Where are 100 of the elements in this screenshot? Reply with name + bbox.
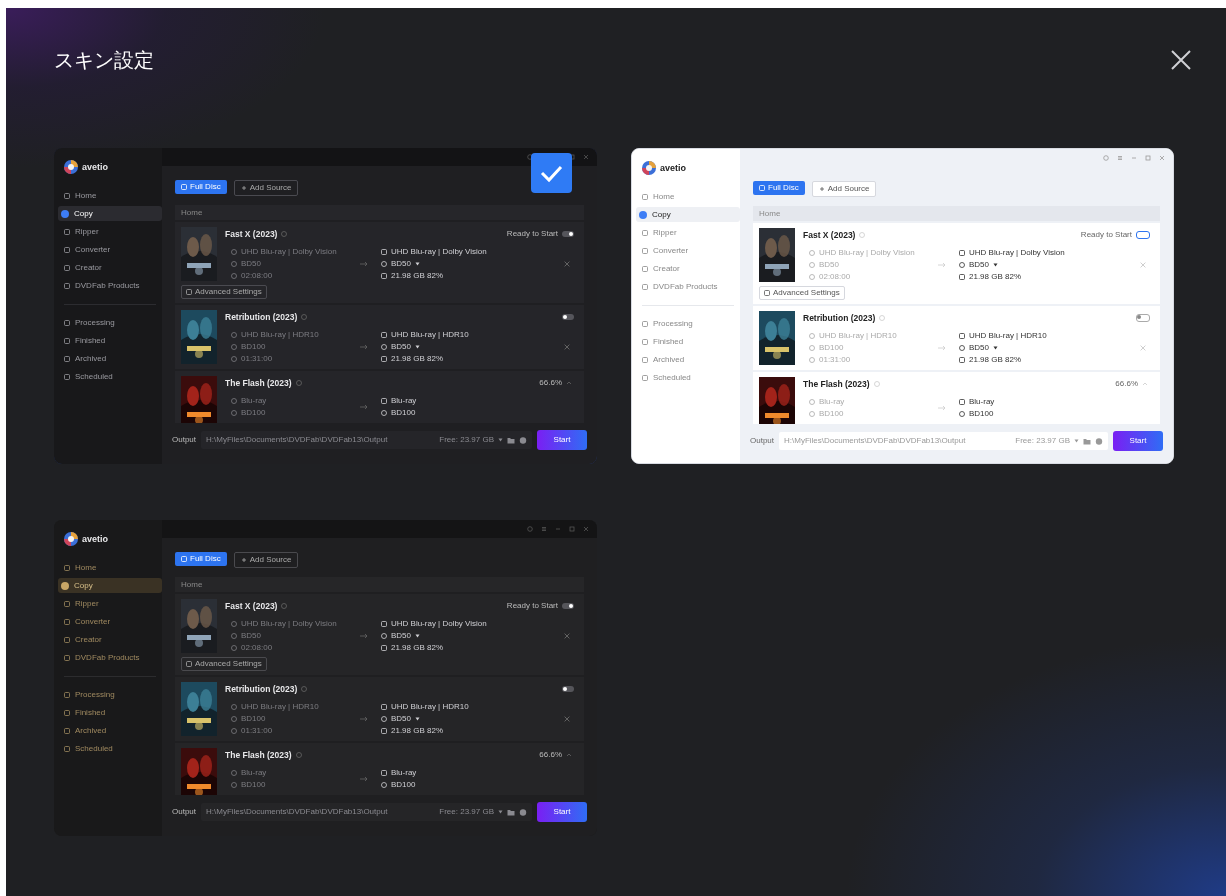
nav-item: Copy bbox=[58, 578, 162, 593]
source-info: Blu-ray bbox=[241, 396, 267, 406]
target-info: BD50 bbox=[391, 714, 411, 724]
target-info: BD50 bbox=[391, 631, 411, 641]
advanced-settings-button: Advanced Settings bbox=[181, 285, 267, 299]
target-info: 21.98 GB 82% bbox=[969, 355, 1022, 365]
target-info: UHD Blu-ray | Dolby Vision bbox=[391, 247, 487, 257]
source-info: 02:08:00 bbox=[241, 271, 273, 281]
nav-item: Converter bbox=[636, 243, 740, 258]
nav-item: Scheduled bbox=[58, 741, 162, 756]
nav-item: Ripper bbox=[636, 225, 740, 240]
target-info: BD50 bbox=[391, 342, 411, 352]
full-disc-button: Full Disc bbox=[175, 180, 227, 194]
source-info: BD100 bbox=[819, 409, 844, 419]
target-info: 21.98 GB 82% bbox=[391, 643, 444, 653]
title-name: Fast X (2023) bbox=[225, 228, 278, 240]
brand-name: avetio bbox=[82, 161, 108, 173]
title-name: Retribution (2023) bbox=[803, 312, 876, 324]
nav-item: Archived bbox=[636, 352, 740, 367]
target-info: BD100 bbox=[391, 780, 416, 790]
nav-item: Archived bbox=[58, 723, 162, 738]
target-info: UHD Blu-ray | HDR10 bbox=[391, 330, 469, 340]
target-info: UHD Blu-ray | HDR10 bbox=[391, 702, 469, 712]
status-text: 66.6% bbox=[1115, 379, 1138, 389]
target-info: Blu-ray bbox=[391, 768, 417, 778]
nav-item: Creator bbox=[58, 632, 162, 647]
status-text: Ready to Start bbox=[506, 229, 558, 239]
nav-item: Converter bbox=[58, 614, 162, 629]
status-text: Ready to Start bbox=[506, 601, 558, 611]
source-info: UHD Blu-ray | HDR10 bbox=[819, 331, 897, 341]
nav-item: Finished bbox=[58, 333, 162, 348]
source-info: BD100 bbox=[241, 780, 266, 790]
target-info: UHD Blu-ray | Dolby Vision bbox=[391, 619, 487, 629]
source-info: 01:31:00 bbox=[241, 354, 273, 364]
nav-item: Home bbox=[58, 188, 162, 203]
output-path-field: H:\MyFiles\Documents\DVDFab\DVDFab13\Output Free: 23.97 GB bbox=[201, 431, 532, 449]
full-disc-button: Full Disc bbox=[753, 181, 805, 195]
nav-item: Converter bbox=[58, 242, 162, 257]
add-source-button: Add Source bbox=[233, 180, 299, 196]
start-button: Start bbox=[537, 430, 587, 450]
output-label: Output bbox=[172, 807, 196, 817]
nav-item: Archived bbox=[58, 351, 162, 366]
nav-item: DVDFab Products bbox=[58, 650, 162, 665]
target-info: BD100 bbox=[391, 408, 416, 418]
source-info: 01:31:00 bbox=[819, 355, 851, 365]
breadcrumb-bar: Home bbox=[175, 577, 584, 592]
nav-item: Copy bbox=[58, 206, 162, 221]
nav-item: Scheduled bbox=[58, 369, 162, 384]
source-info: UHD Blu-ray | HDR10 bbox=[241, 330, 319, 340]
start-button: Start bbox=[537, 802, 587, 822]
target-info: BD50 bbox=[969, 260, 989, 270]
source-info: UHD Blu-ray | HDR10 bbox=[241, 702, 319, 712]
source-info: BD50 bbox=[241, 259, 261, 269]
breadcrumb-bar: Home bbox=[753, 206, 1160, 221]
nav-item: Finished bbox=[58, 705, 162, 720]
source-info: BD100 bbox=[241, 342, 266, 352]
source-info: 02:08:00 bbox=[241, 643, 273, 653]
target-info: Blu-ray bbox=[969, 397, 995, 407]
nav-item: Ripper bbox=[58, 596, 162, 611]
status-text: 66.6% bbox=[539, 750, 562, 760]
nav-item: Scheduled bbox=[636, 370, 740, 385]
nav-item: Creator bbox=[636, 261, 740, 276]
add-source-button: Add Source bbox=[811, 181, 877, 197]
nav-item: Home bbox=[636, 189, 740, 204]
title-name: Retribution (2023) bbox=[225, 683, 298, 695]
source-info: BD100 bbox=[241, 408, 266, 418]
nav-item: DVDFab Products bbox=[58, 278, 162, 293]
nav-item: Processing bbox=[58, 687, 162, 702]
target-info: BD100 bbox=[969, 409, 994, 419]
title-name: The Flash (2023) bbox=[803, 378, 870, 390]
brand-name: avetio bbox=[82, 533, 108, 545]
output-path-field: H:\MyFiles\Documents\DVDFab\DVDFab13\Output Free: 23.97 GB bbox=[779, 432, 1108, 450]
brand-name: avetio bbox=[660, 162, 686, 174]
title-name: The Flash (2023) bbox=[225, 749, 292, 761]
source-info: UHD Blu-ray | Dolby Vision bbox=[819, 248, 915, 258]
output-path-field: H:\MyFiles\Documents\DVDFab\DVDFab13\Output Free: 23.97 GB bbox=[201, 803, 532, 821]
nav-item: Processing bbox=[636, 316, 740, 331]
advanced-settings-button: Advanced Settings bbox=[181, 657, 267, 671]
target-info: BD50 bbox=[391, 259, 411, 269]
source-info: BD50 bbox=[241, 631, 261, 641]
target-info: UHD Blu-ray | HDR10 bbox=[969, 331, 1047, 341]
title-name: The Flash (2023) bbox=[225, 377, 292, 389]
target-info: BD50 bbox=[969, 343, 989, 353]
nav-item: Ripper bbox=[58, 224, 162, 239]
nav-item: Home bbox=[58, 560, 162, 575]
add-source-button: Add Source bbox=[233, 552, 299, 568]
source-info: BD50 bbox=[819, 260, 839, 270]
source-info: Blu-ray bbox=[819, 397, 845, 407]
target-info: 21.98 GB 82% bbox=[969, 272, 1022, 282]
source-info: Blu-ray bbox=[241, 768, 267, 778]
output-label: Output bbox=[750, 436, 774, 446]
source-info: BD100 bbox=[819, 343, 844, 353]
nav-item: DVDFab Products bbox=[636, 279, 740, 294]
advanced-settings-button: Advanced Settings bbox=[759, 286, 845, 300]
source-info: UHD Blu-ray | Dolby Vision bbox=[241, 247, 337, 257]
target-info: Blu-ray bbox=[391, 396, 417, 406]
source-info: 02:08:00 bbox=[819, 272, 851, 282]
target-info: 21.98 GB 82% bbox=[391, 726, 444, 736]
start-button: Start bbox=[1113, 431, 1163, 451]
full-disc-button: Full Disc bbox=[175, 552, 227, 566]
